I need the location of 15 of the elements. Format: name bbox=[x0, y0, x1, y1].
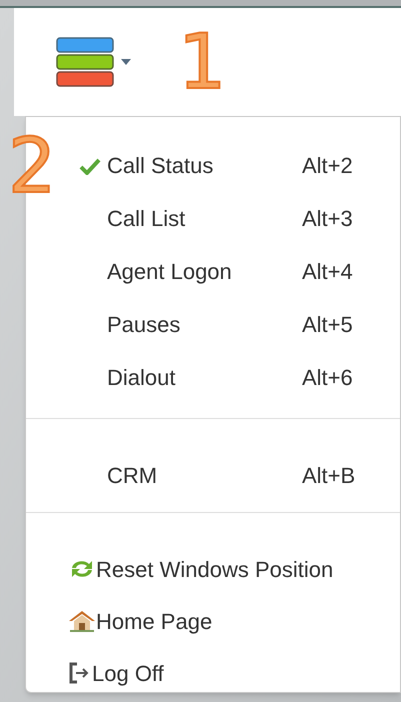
annotation-number: 1 bbox=[178, 24, 226, 100]
menu-item[interactable]: Dialout Alt+6 bbox=[64, 351, 400, 404]
view-menu-button[interactable] bbox=[56, 37, 132, 87]
caret-icon bbox=[120, 58, 132, 66]
menu-item[interactable]: Home Page bbox=[26, 595, 400, 647]
menu-item[interactable]: Agent Logon Alt+4 bbox=[64, 245, 400, 298]
menu-item[interactable]: Reset Windows Position bbox=[26, 543, 400, 595]
annotation-number: 2 bbox=[8, 128, 56, 204]
menu-item[interactable]: Log Off bbox=[26, 647, 400, 699]
house-icon bbox=[68, 609, 96, 633]
menu-item[interactable]: Call Status Alt+2 bbox=[64, 139, 400, 192]
menu-item[interactable]: Call List Alt+3 bbox=[64, 192, 400, 245]
menu-item[interactable]: Pauses Alt+5 bbox=[64, 298, 400, 351]
colored-bars-icon bbox=[56, 37, 114, 87]
menu-item[interactable]: CRM Alt+B bbox=[64, 449, 400, 502]
